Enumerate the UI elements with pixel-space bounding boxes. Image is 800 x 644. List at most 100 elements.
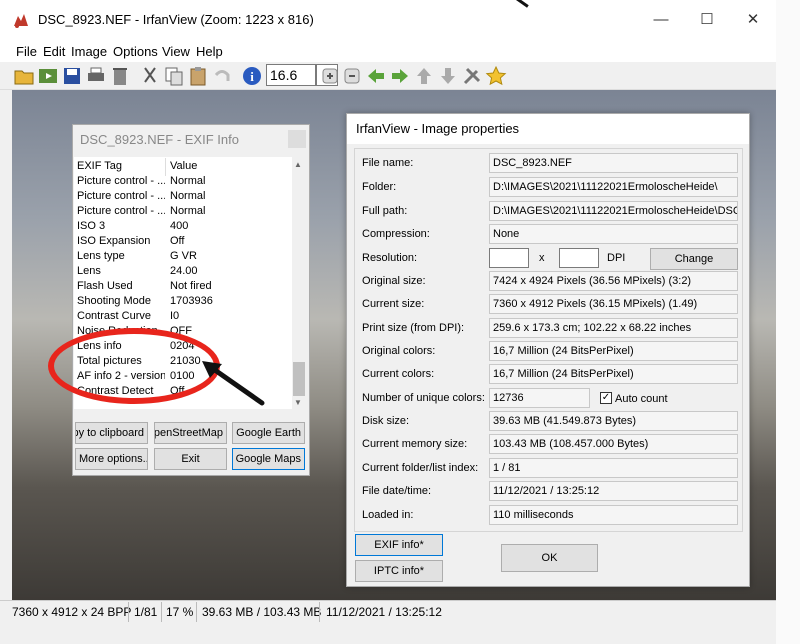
memory-size-field[interactable]: 103.43 MB (108.457.000 Bytes): [489, 434, 738, 454]
red-highlight-oval: [48, 328, 220, 404]
label-current-colors: Current colors:: [362, 368, 435, 380]
disk-size-field[interactable]: 39.63 MB (41.549.873 Bytes): [489, 411, 738, 431]
current-size-field[interactable]: 7360 x 4912 Pixels (36.15 MPixels) (1.49…: [489, 294, 738, 314]
scrollbar-thumb[interactable]: [293, 362, 305, 396]
arrow-up-icon[interactable]: [413, 65, 435, 87]
file-datetime-field[interactable]: 11/12/2021 / 13:25:12: [489, 481, 738, 501]
arrow-down-icon[interactable]: [437, 65, 459, 87]
resolution-y-input[interactable]: [559, 248, 599, 268]
exif-value: 1703936: [170, 295, 213, 307]
irfanview-logo-icon: [14, 14, 28, 28]
list-item[interactable]: Picture control - ... Normal: [74, 174, 292, 189]
exif-tag: Picture control - ...: [77, 175, 165, 187]
zoom-in-icon[interactable]: [319, 65, 341, 87]
label-compression: Compression:: [362, 228, 430, 240]
exif-tag: ISO 3: [77, 220, 106, 232]
tools-icon[interactable]: [461, 65, 483, 87]
label-resolution: Resolution:: [362, 252, 418, 264]
list-item[interactable]: Lens 24.00: [74, 264, 292, 279]
list-item[interactable]: Lens type G VR: [74, 249, 292, 264]
exif-tag: Shooting Mode: [77, 295, 151, 307]
status-divider: [128, 602, 129, 622]
open-icon[interactable]: [13, 65, 35, 87]
menu-view[interactable]: View: [162, 44, 190, 59]
print-icon[interactable]: [85, 65, 107, 87]
column-header-value[interactable]: Value: [170, 159, 197, 174]
change-button[interactable]: Change: [650, 248, 738, 270]
show-google-earth-button[interactable]: Show in Google Earth: [232, 422, 305, 444]
cut-icon[interactable]: [139, 65, 161, 87]
exit-button[interactable]: Exit: [154, 448, 227, 470]
loaded-in-field[interactable]: 110 milliseconds: [489, 505, 738, 525]
column-header-tag[interactable]: EXIF Tag: [77, 159, 165, 174]
ok-button[interactable]: OK: [501, 544, 598, 572]
save-icon[interactable]: [61, 65, 83, 87]
label-memory-size: Current memory size:: [362, 438, 468, 450]
folder-field[interactable]: D:\IMAGES\2021\11122021ErmoloscheHeide\: [489, 177, 738, 197]
label-disk-size: Disk size:: [362, 415, 410, 427]
list-item[interactable]: Picture control - ... Normal: [74, 204, 292, 219]
copy-to-clipboard-button[interactable]: Copy to clipboard: [75, 422, 148, 444]
paste-icon[interactable]: [187, 65, 209, 87]
label-original-size: Original size:: [362, 275, 426, 287]
scroll-down-icon[interactable]: ▼: [294, 398, 302, 407]
file-name-field[interactable]: DSC_8923.NEF: [489, 153, 738, 173]
menu-help[interactable]: Help: [196, 44, 223, 59]
auto-count-label[interactable]: Auto count: [615, 393, 668, 405]
scroll-up-icon[interactable]: ▲: [294, 160, 302, 169]
undo-icon[interactable]: [211, 65, 233, 87]
menu-options[interactable]: Options: [113, 44, 158, 59]
menu-image[interactable]: Image: [71, 44, 107, 59]
compression-field[interactable]: None: [489, 224, 738, 244]
exif-value: Normal: [170, 190, 206, 202]
more-options-button[interactable]: More options...: [75, 448, 148, 470]
original-colors-field[interactable]: 16,7 Million (24 BitsPerPixel): [489, 341, 738, 361]
list-item[interactable]: Flash Used Not fired: [74, 279, 292, 294]
close-button[interactable]: ✕: [730, 0, 776, 40]
show-google-maps-button[interactable]: Show in Google Maps: [232, 448, 305, 470]
show-openstreetmap-button[interactable]: Show in OpenStreetMap: [154, 422, 227, 444]
list-item[interactable]: ISO Expansion Off: [74, 234, 292, 249]
folder-index-field[interactable]: 1 / 81: [489, 458, 738, 478]
status-index: 1/81: [134, 605, 158, 619]
list-item[interactable]: ISO 3 400: [74, 219, 292, 234]
zoom-out-icon[interactable]: [341, 65, 363, 87]
status-size: 39.63 MB / 103.43 MB: [202, 605, 322, 619]
zoom-input[interactable]: 16.6: [266, 64, 316, 86]
label-file-name: File name:: [362, 157, 414, 169]
list-item[interactable]: Picture control - ... Normal: [74, 189, 292, 204]
label-loaded-in: Loaded in:: [362, 509, 414, 521]
auto-count-checkbox[interactable]: ✓: [600, 392, 612, 404]
arrow-left-icon[interactable]: [365, 65, 387, 87]
menu-edit[interactable]: Edit: [43, 44, 65, 59]
exif-info-button[interactable]: EXIF info*: [355, 534, 443, 556]
exif-value: G VR: [170, 250, 197, 262]
arrow-right-icon[interactable]: [389, 65, 411, 87]
resolution-x-input[interactable]: [489, 248, 529, 268]
status-zoom: 17 %: [166, 605, 194, 619]
star-icon[interactable]: [485, 65, 507, 87]
exif-close-button[interactable]: [288, 130, 306, 148]
status-divider: [319, 602, 320, 622]
exif-tag: Lens: [77, 265, 101, 277]
exif-value: 400: [170, 220, 189, 232]
list-item[interactable]: Contrast Curve I0: [74, 309, 292, 324]
iptc-info-button[interactable]: IPTC info*: [355, 560, 443, 582]
info-icon[interactable]: i: [241, 65, 263, 87]
menu-file[interactable]: File: [16, 44, 37, 59]
current-colors-field[interactable]: 16,7 Million (24 BitsPerPixel): [489, 364, 738, 384]
print-size-field[interactable]: 259.6 x 173.3 cm; 102.22 x 68.22 inches: [489, 318, 738, 338]
unique-colors-field[interactable]: 12736: [489, 388, 590, 408]
copy-icon[interactable]: [163, 65, 185, 87]
minimize-button[interactable]: —: [638, 0, 684, 40]
maximize-button[interactable]: ☐: [684, 0, 730, 40]
exif-value: 24.00: [170, 265, 198, 277]
full-path-field[interactable]: D:\IMAGES\2021\11122021ErmoloscheHeide\D…: [489, 201, 738, 221]
slideshow-icon[interactable]: [37, 65, 59, 87]
original-size-field[interactable]: 7424 x 4924 Pixels (36.56 MPixels) (3:2): [489, 271, 738, 291]
column-divider[interactable]: [165, 158, 166, 176]
label-original-colors: Original colors:: [362, 345, 436, 357]
exif-tag: Picture control - ...: [77, 190, 165, 202]
list-item[interactable]: Shooting Mode 1703936: [74, 294, 292, 309]
delete-icon[interactable]: [109, 65, 131, 87]
